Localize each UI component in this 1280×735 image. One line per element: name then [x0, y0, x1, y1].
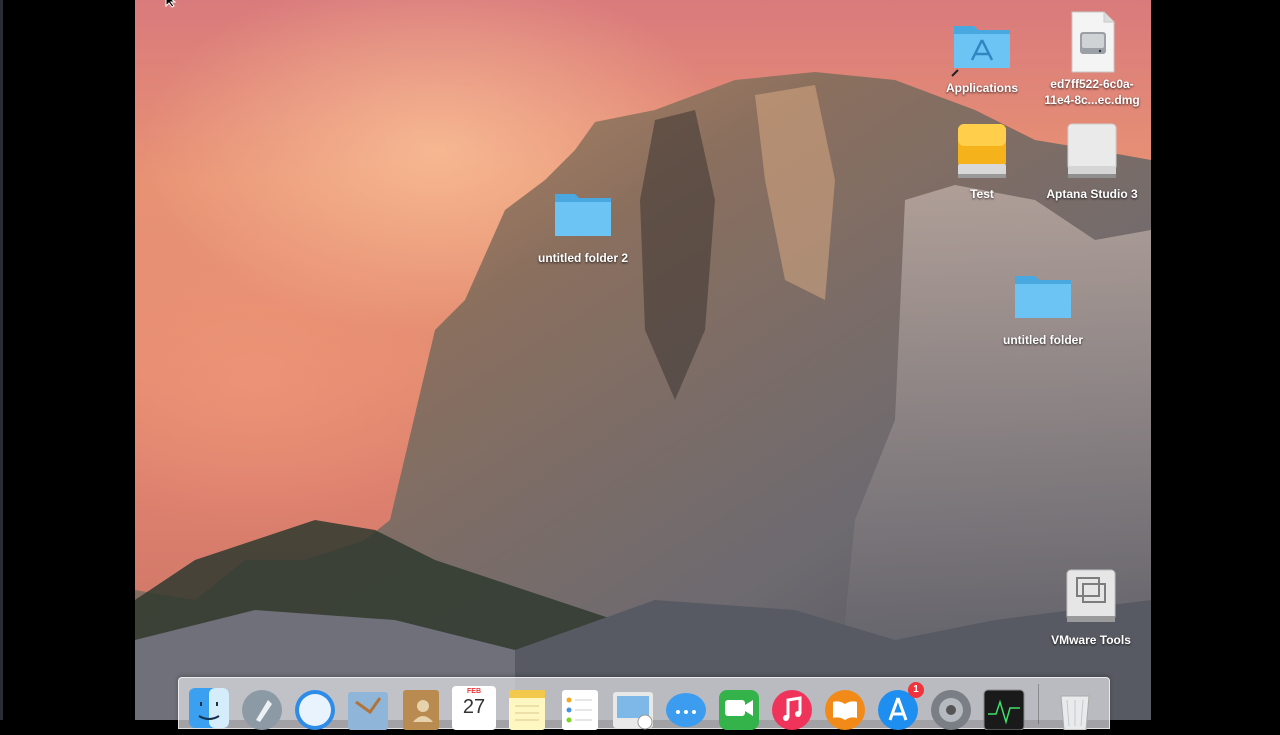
mail-icon[interactable] [346, 686, 390, 730]
folder-icon [1015, 276, 1071, 318]
window-border [0, 0, 3, 720]
applications-folder-icon [951, 26, 1010, 77]
icon-label: Test [970, 187, 994, 201]
launchpad-icon[interactable] [240, 686, 284, 730]
desktop-icon-untitled-folder[interactable]: untitled folder [988, 266, 1098, 348]
desktop-icon-untitled-folder-2[interactable]: untitled folder 2 [528, 184, 638, 266]
ibooks-icon[interactable] [823, 686, 867, 730]
activity-monitor-icon[interactable] [982, 686, 1026, 730]
folder-icon [555, 194, 611, 236]
calendar-month: FEB [467, 688, 481, 695]
external-drive-icon [958, 124, 1006, 178]
app-store-dock-item[interactable]: 1 [876, 682, 924, 730]
facetime-icon[interactable] [717, 686, 761, 730]
contacts-icon[interactable] [399, 686, 443, 730]
mouse-pointer-icon [165, 0, 177, 8]
icon-label: Aptana Studio 3 [1046, 187, 1138, 201]
itunes-icon[interactable] [770, 686, 814, 730]
wallpaper-half-dome [135, 72, 1151, 720]
desktop-icon-vmware-tools[interactable]: VMware Tools [1036, 566, 1146, 648]
vm-window: Applications ed7ff522-6c0a-11e4-8c...ec.… [0, 0, 1280, 730]
desktop-icon-aptana[interactable]: Aptana Studio 3 [1037, 120, 1147, 202]
icon-label: Applications [945, 81, 1018, 95]
icon-label: VMware Tools [1051, 633, 1131, 647]
desktop-icon-test[interactable]: Test [927, 120, 1037, 202]
calendar-icon[interactable]: FEB 27 [452, 686, 496, 730]
macos-desktop[interactable]: Applications ed7ff522-6c0a-11e4-8c...ec.… [135, 0, 1151, 720]
system-preferences-icon[interactable] [929, 686, 973, 730]
desktop-icon-applications[interactable]: Applications [927, 14, 1037, 96]
desktop-icon-dmg[interactable]: ed7ff522-6c0a-11e4-8c...ec.dmg [1037, 10, 1147, 108]
calendar-day: 27 [462, 696, 486, 718]
messages-icon[interactable] [664, 686, 708, 730]
icon-label: untitled folder [1003, 333, 1083, 347]
notification-badge: 1 [908, 682, 924, 698]
dock-separator [1038, 684, 1039, 724]
reminders-icon[interactable] [558, 686, 602, 730]
safari-icon[interactable] [293, 686, 337, 730]
disk-image-file-icon [1071, 11, 1115, 73]
vmware-disk-icon [1066, 569, 1116, 622]
icon-label: ed7ff522-6c0a-11e4-8c...ec.dmg [1044, 77, 1140, 107]
notes-icon[interactable] [505, 686, 549, 730]
mounted-disk-icon [1067, 123, 1117, 178]
icon-label: untitled folder 2 [538, 251, 628, 265]
photo-booth-icon[interactable] [611, 686, 655, 730]
trash-icon[interactable] [1053, 686, 1097, 730]
dock: FEB 27 1 [178, 677, 1110, 730]
finder-icon[interactable] [187, 686, 231, 730]
